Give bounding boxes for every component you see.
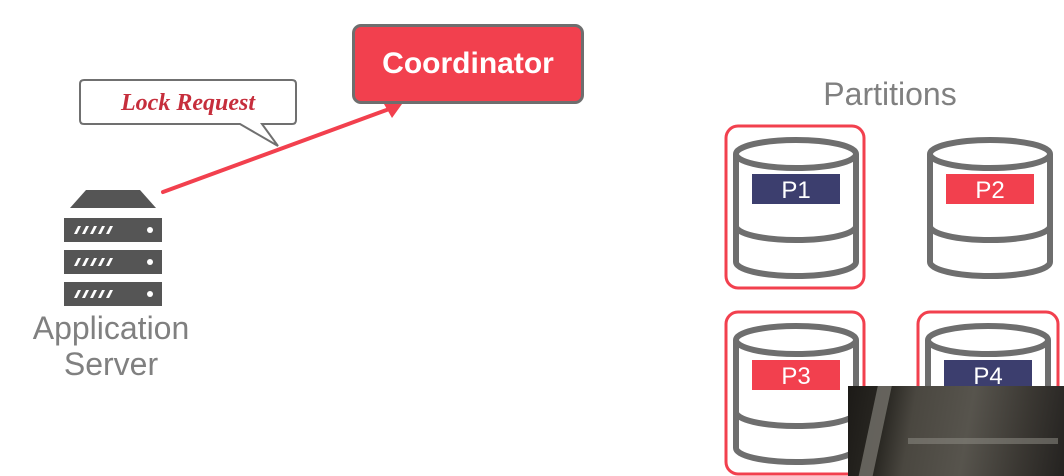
video-frame-shelf [908, 438, 1058, 444]
partition-p3-icon: P3 [733, 323, 859, 465]
coordinator-node: Coordinator [352, 24, 584, 104]
coordinator-label: Coordinator [382, 47, 554, 80]
webcam-video-thumbnail [848, 386, 1064, 476]
partition-p1-label: P1 [781, 177, 810, 204]
lock-request-callout: Lock Request [79, 79, 297, 147]
partition-p2-icon: P2 [927, 137, 1053, 279]
application-server-label-line-1: Application [32, 310, 190, 346]
server-rack-icon [64, 190, 162, 306]
application-server-label-line-2: Server [63, 346, 159, 382]
partition-p3-label: P3 [781, 363, 810, 390]
partitions-title: Partitions [823, 76, 957, 112]
application-server-label: Application Server [6, 310, 216, 382]
video-frame-edge [857, 386, 893, 476]
partition-p2-label: P2 [975, 177, 1004, 204]
partition-p1-icon: P1 [733, 137, 859, 279]
lock-request-label: Lock Request [120, 90, 256, 116]
